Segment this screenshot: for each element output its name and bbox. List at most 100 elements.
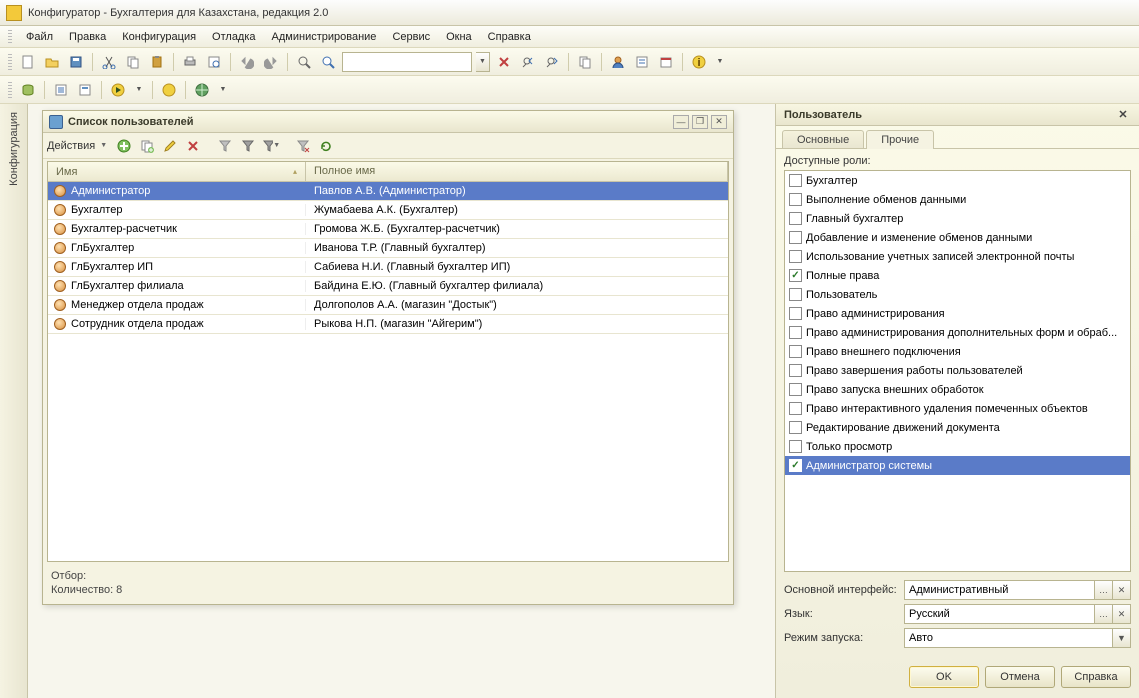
checkbox[interactable] — [789, 421, 802, 434]
actions-label[interactable]: Действия — [47, 140, 95, 152]
db-icon[interactable] — [18, 80, 38, 100]
menu-edit[interactable]: Правка — [63, 29, 112, 45]
role-item[interactable]: Право интерактивного удаления помеченных… — [785, 399, 1130, 418]
close-button[interactable]: ✕ — [711, 115, 727, 129]
filter2-icon[interactable] — [238, 136, 258, 156]
run-dropdown[interactable]: ▼ — [132, 80, 146, 100]
menu-service[interactable]: Сервис — [386, 29, 436, 45]
role-item[interactable]: Бухгалтер — [785, 171, 1130, 190]
delete-icon[interactable] — [183, 136, 203, 156]
copy-user-icon[interactable] — [137, 136, 157, 156]
find-prev-icon[interactable] — [518, 52, 538, 72]
checkbox[interactable] — [789, 231, 802, 244]
table-row[interactable]: Менеджер отдела продажДолгополов А.А. (м… — [48, 296, 728, 315]
stop-icon[interactable] — [159, 80, 179, 100]
open-icon[interactable] — [42, 52, 62, 72]
refresh-icon[interactable] — [316, 136, 336, 156]
inspect-icon[interactable] — [632, 52, 652, 72]
role-item[interactable]: Только просмотр — [785, 437, 1130, 456]
checkbox[interactable] — [789, 326, 802, 339]
filter-drop-icon[interactable]: ▼ — [261, 136, 281, 156]
undo-icon[interactable] — [237, 52, 257, 72]
interface-field[interactable] — [904, 580, 1095, 600]
role-item[interactable]: Право завершения работы пользователей — [785, 361, 1130, 380]
checkbox[interactable] — [789, 307, 802, 320]
select-button[interactable]: … — [1095, 604, 1113, 624]
checkbox[interactable] — [789, 440, 802, 453]
form-icon[interactable] — [75, 80, 95, 100]
tab-main[interactable]: Основные — [782, 130, 864, 149]
select-button[interactable]: … — [1095, 580, 1113, 600]
lang-field[interactable] — [904, 604, 1095, 624]
search-dropdown[interactable]: ▼ — [476, 52, 490, 72]
menu-debug[interactable]: Отладка — [206, 29, 261, 45]
table-row[interactable]: БухгалтерЖумабаева А.К. (Бухгалтер) — [48, 201, 728, 220]
table-row[interactable]: ГлБухгалтерИванова Т.Р. (Главный бухгалт… — [48, 239, 728, 258]
table-row[interactable]: АдминистраторПавлов А.В. (Администратор) — [48, 182, 728, 201]
minimize-button[interactable]: — — [673, 115, 689, 129]
checkbox[interactable]: ✓ — [789, 269, 802, 282]
role-item[interactable]: Право администрирования дополнительных ф… — [785, 323, 1130, 342]
filter-clear-icon[interactable] — [293, 136, 313, 156]
cancel-button[interactable]: Отмена — [985, 666, 1055, 688]
role-item[interactable]: Добавление и изменение обменов данными — [785, 228, 1130, 247]
add-icon[interactable] — [114, 136, 134, 156]
role-item[interactable]: ✓Администратор системы — [785, 456, 1130, 475]
maximize-button[interactable]: ❐ — [692, 115, 708, 129]
checkbox[interactable] — [789, 402, 802, 415]
copy-icon[interactable] — [123, 52, 143, 72]
preview-icon[interactable] — [204, 52, 224, 72]
list-icon[interactable] — [51, 80, 71, 100]
paste-icon[interactable] — [147, 52, 167, 72]
globe-dropdown[interactable]: ▼ — [216, 80, 230, 100]
magnify-icon[interactable] — [318, 52, 338, 72]
new-icon[interactable] — [18, 52, 38, 72]
role-item[interactable]: Право запуска внешних обработок — [785, 380, 1130, 399]
table-row[interactable]: Бухгалтер-расчетчикГромова Ж.Б. (Бухгалт… — [48, 220, 728, 239]
print-icon[interactable] — [180, 52, 200, 72]
roles-list[interactable]: БухгалтерВыполнение обменов даннымиГлавн… — [784, 170, 1131, 572]
table-row[interactable]: ГлБухгалтер ИПСабиева Н.И. (Главный бухг… — [48, 258, 728, 277]
help-dropdown[interactable]: ▼ — [713, 52, 727, 72]
window-titlebar[interactable]: Список пользователей — ❐ ✕ — [43, 111, 733, 133]
role-item[interactable]: Право внешнего подключения — [785, 342, 1130, 361]
search-input[interactable] — [342, 52, 472, 72]
find-next-icon[interactable] — [542, 52, 562, 72]
role-item[interactable]: ✓Полные права — [785, 266, 1130, 285]
checkbox[interactable] — [789, 383, 802, 396]
checkbox[interactable] — [789, 288, 802, 301]
menu-file[interactable]: Файл — [20, 29, 59, 45]
checkbox[interactable] — [789, 193, 802, 206]
table-row[interactable]: Сотрудник отдела продажРыкова Н.П. (мага… — [48, 315, 728, 334]
role-item[interactable]: Главный бухгалтер — [785, 209, 1130, 228]
actions-dropdown[interactable]: ▼ — [100, 142, 107, 149]
dropdown-button[interactable]: ▼ — [1113, 628, 1131, 648]
help-button[interactable]: Справка — [1061, 666, 1131, 688]
table-row[interactable]: ГлБухгалтер филиалаБайдина Е.Ю. (Главный… — [48, 277, 728, 296]
role-item[interactable]: Выполнение обменов данными — [785, 190, 1130, 209]
checkbox[interactable] — [789, 364, 802, 377]
user-grid[interactable]: Имя▴ Полное имя АдминистраторПавлов А.В.… — [47, 161, 729, 562]
column-fullname[interactable]: Полное имя — [306, 162, 728, 181]
cut-icon[interactable] — [99, 52, 119, 72]
save-icon[interactable] — [66, 52, 86, 72]
menu-admin[interactable]: Администрирование — [266, 29, 383, 45]
run-icon[interactable] — [108, 80, 128, 100]
calendar-icon[interactable] — [656, 52, 676, 72]
copy2-icon[interactable] — [575, 52, 595, 72]
checkbox[interactable] — [789, 212, 802, 225]
role-item[interactable]: Редактирование движений документа — [785, 418, 1130, 437]
clear-button[interactable]: ✕ — [1113, 580, 1131, 600]
launch-field[interactable] — [904, 628, 1113, 648]
role-item[interactable]: Пользователь — [785, 285, 1130, 304]
checkbox[interactable]: ✓ — [789, 459, 802, 472]
menu-config[interactable]: Конфигурация — [116, 29, 202, 45]
role-item[interactable]: Право администрирования — [785, 304, 1130, 323]
users-icon[interactable] — [608, 52, 628, 72]
clear-button[interactable]: ✕ — [1113, 604, 1131, 624]
help-icon[interactable]: i — [689, 52, 709, 72]
redo-icon[interactable] — [261, 52, 281, 72]
tab-other[interactable]: Прочие — [866, 130, 934, 149]
find-icon[interactable] — [294, 52, 314, 72]
config-sidebar-tab[interactable]: Конфигурация — [0, 104, 28, 698]
